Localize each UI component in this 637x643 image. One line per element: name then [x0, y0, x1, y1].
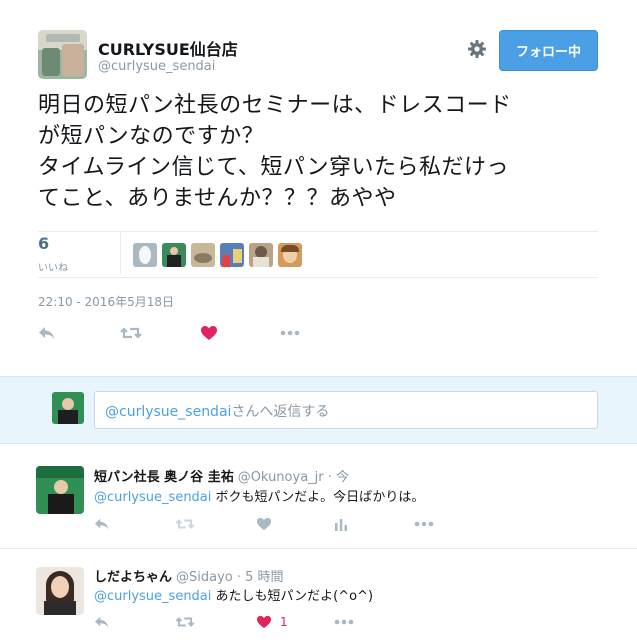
tweet-permalink-card: CURLYSUE仙台店 @curlysue_sendai フォロー中 明日の短パ… — [0, 0, 637, 643]
reply-icon[interactable] — [94, 612, 110, 632]
reply-input[interactable]: @curlysue_sendaiさんへ返信する — [94, 391, 598, 429]
tweet-text: 明日の短パン社長のセミナーは、ドレスコード が短パンなのですか？ タイムライン信… — [38, 90, 598, 214]
reply-icon[interactable] — [94, 514, 110, 534]
retweet-icon[interactable] — [175, 514, 195, 534]
reply-text: @curlysue_sendai あたしも短パンだよ(^o^) — [94, 585, 373, 604]
reply-like-count: 1 — [280, 615, 288, 629]
reply-body: あたしも短パンだよ(^o^) — [211, 589, 374, 604]
reply-body: ボクも短パンだよ。今日ばかりは。 — [211, 490, 425, 505]
reply-author-name[interactable]: しだよちゃん — [94, 570, 172, 585]
reply-author-handle[interactable]: @Okunoya_jr · 今 — [238, 470, 349, 485]
divider — [120, 232, 121, 274]
display-name[interactable]: CURLYSUE仙台店 — [98, 36, 238, 60]
reply-avatar[interactable] — [36, 466, 84, 514]
tweet-text-line: てこと、ありませんか？？？あやや — [38, 186, 397, 211]
reply-placeholder: さんへ返信する — [231, 404, 330, 420]
liker-avatar[interactable] — [162, 243, 186, 267]
reply-author[interactable]: しだよちゃん @Sidayo · 5 時間 — [94, 566, 284, 585]
liker-avatar[interactable] — [249, 243, 273, 267]
liker-avatar[interactable] — [191, 243, 215, 267]
tweet-text-line: が短パンなのですか？ — [38, 124, 265, 149]
likers-avatars — [133, 243, 302, 267]
divider — [0, 548, 637, 549]
heart-icon[interactable]: 1 — [256, 612, 288, 632]
heart-icon[interactable] — [200, 323, 218, 343]
liker-avatar[interactable] — [278, 243, 302, 267]
more-icon[interactable] — [280, 323, 300, 343]
tweet-text-line: タイムライン信じて、短パン穿いたら私だけっ — [38, 155, 509, 180]
following-button[interactable]: フォロー中 — [499, 30, 598, 71]
reply-icon[interactable] — [38, 323, 56, 343]
divider — [38, 277, 598, 278]
liker-avatar[interactable] — [220, 243, 244, 267]
reply-text: @curlysue_sendai ボクも短パンだよ。今日ばかりは。 — [94, 486, 424, 505]
analytics-icon[interactable] — [334, 514, 348, 534]
heart-icon[interactable] — [256, 514, 272, 534]
reply-mention-link[interactable]: @curlysue_sendai — [94, 490, 211, 505]
tweet-text-line: 明日の短パン社長のセミナーは、ドレスコード — [38, 93, 512, 118]
likes-stat[interactable]: 6 いいね — [38, 234, 68, 274]
reply-mention-link[interactable]: @curlysue_sendai — [94, 589, 211, 604]
divider — [38, 231, 598, 232]
more-icon[interactable] — [334, 612, 354, 632]
reply-avatar[interactable] — [36, 567, 84, 615]
reply-author-handle[interactable]: @Sidayo · 5 時間 — [176, 570, 284, 585]
reply-mention: @curlysue_sendai — [105, 404, 232, 420]
retweet-icon[interactable] — [120, 323, 142, 343]
liker-avatar[interactable] — [133, 243, 157, 267]
likes-label: いいね — [38, 263, 68, 274]
my-avatar — [52, 392, 84, 424]
tweet-timestamp[interactable]: 22:10 - 2016年5月18日 — [38, 293, 174, 310]
more-icon[interactable] — [414, 514, 434, 534]
reply-author-name[interactable]: 短パン社長 奥ノ谷 圭祐 — [94, 470, 234, 485]
profile-avatar[interactable] — [38, 30, 87, 79]
gear-icon[interactable] — [467, 39, 487, 59]
likes-count[interactable]: 6 — [38, 234, 68, 253]
user-handle[interactable]: @curlysue_sendai — [98, 59, 215, 74]
reply-author[interactable]: 短パン社長 奥ノ谷 圭祐 @Okunoya_jr · 今 — [94, 466, 349, 485]
retweet-icon[interactable] — [175, 612, 195, 632]
